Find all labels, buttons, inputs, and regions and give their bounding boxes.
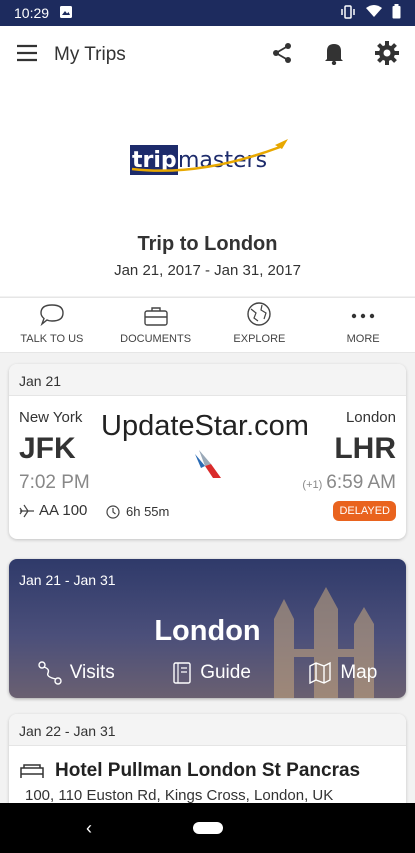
trip-title: Trip to London	[137, 233, 278, 255]
vibrate-icon	[340, 4, 356, 22]
hotel-dates: Jan 22 - Jan 31	[9, 714, 406, 746]
map-link[interactable]: Map	[308, 661, 377, 685]
visits-label: Visits	[69, 662, 115, 683]
arrival-time-group: (+1) 6:59 AM	[302, 472, 396, 494]
tab-documents[interactable]: DOCUMENTS	[104, 298, 208, 352]
watermark-text: UpdateStar.com	[101, 410, 309, 442]
chat-bubble-icon	[40, 304, 64, 327]
hotel-card[interactable]: Jan 22 - Jan 31 Hotel Pullman London St …	[9, 714, 406, 814]
system-nav-bar: ‹	[0, 803, 415, 853]
destination-card[interactable]: Jan 21 - Jan 31 London Visits Guide Map	[9, 559, 406, 698]
visits-link[interactable]: Visits	[38, 661, 115, 685]
home-pill[interactable]	[192, 822, 223, 834]
hamburger-menu-icon[interactable]	[16, 44, 38, 67]
tab-explore[interactable]: EXPLORE	[208, 298, 312, 352]
departure-airport-code: JFK	[19, 432, 76, 465]
map-label: Map	[340, 662, 378, 683]
tab-talk-to-us[interactable]: TALK TO US	[0, 298, 104, 352]
bell-icon[interactable]	[323, 41, 345, 70]
clock-time: 10:29	[14, 5, 50, 21]
status-badge: DELAYED	[333, 501, 396, 521]
tripmasters-logo: trip masters	[130, 139, 288, 175]
tab-label: TALK TO US	[20, 333, 84, 345]
hotel-name-row: Hotel Pullman London St Pancras	[19, 760, 360, 782]
departure-city: New York	[19, 409, 83, 426]
departure-time: 7:02 PM	[19, 472, 90, 493]
share-icon[interactable]	[271, 42, 293, 69]
destination-city: London	[154, 615, 261, 647]
guide-label: Guide	[200, 662, 251, 683]
tab-label: DOCUMENTS	[120, 333, 192, 345]
duration-text: 6h 55m	[126, 504, 170, 519]
status-bar: 10:29	[0, 0, 415, 26]
app-bar: My Trips	[0, 26, 415, 84]
briefcase-icon	[143, 307, 168, 326]
flight-number: AA 100	[19, 502, 87, 519]
american-airlines-logo	[195, 450, 221, 478]
tab-more[interactable]: MORE	[311, 298, 415, 352]
trip-header: trip masters Trip to London Jan 21, 2017…	[0, 84, 415, 296]
gear-icon[interactable]	[375, 40, 399, 70]
clock-icon	[106, 504, 120, 519]
tab-label: EXPLORE	[233, 333, 286, 345]
arrival-airport-code: LHR	[334, 432, 396, 465]
flight-number-text: AA 100	[39, 502, 88, 519]
battery-icon	[392, 4, 401, 22]
quick-actions-bar: TALK TO US DOCUMENTS EXPLORE MORE	[0, 297, 415, 353]
flight-card[interactable]: Jan 21 New York London JFK LHR UpdateSta…	[9, 364, 406, 539]
wifi-icon	[366, 5, 382, 21]
tab-label: MORE	[346, 333, 380, 345]
image-notification-icon	[59, 5, 73, 22]
airplane-icon	[19, 504, 34, 517]
bed-icon	[20, 764, 44, 778]
page-title: My Trips	[54, 44, 126, 65]
arrival-time: 6:59 AM	[326, 472, 396, 493]
trip-dates: Jan 21, 2017 - Jan 31, 2017	[114, 262, 301, 279]
book-icon	[173, 662, 191, 684]
hotel-address: 100, 110 Euston Rd, Kings Cross, London,…	[25, 787, 334, 804]
map-icon	[309, 661, 332, 685]
route-icon	[38, 661, 62, 685]
guide-link[interactable]: Guide	[172, 661, 251, 685]
destination-dates: Jan 21 - Jan 31	[19, 572, 116, 588]
hotel-name: Hotel Pullman London St Pancras	[55, 760, 361, 781]
arrival-day-offset: (+1)	[302, 479, 323, 491]
globe-icon	[247, 302, 272, 326]
flight-duration: 6h 55m	[106, 504, 169, 519]
flight-date: Jan 21	[9, 364, 406, 396]
back-icon[interactable]: ‹	[86, 818, 92, 839]
arrival-city: London	[345, 409, 396, 426]
more-dots-icon	[351, 313, 375, 319]
